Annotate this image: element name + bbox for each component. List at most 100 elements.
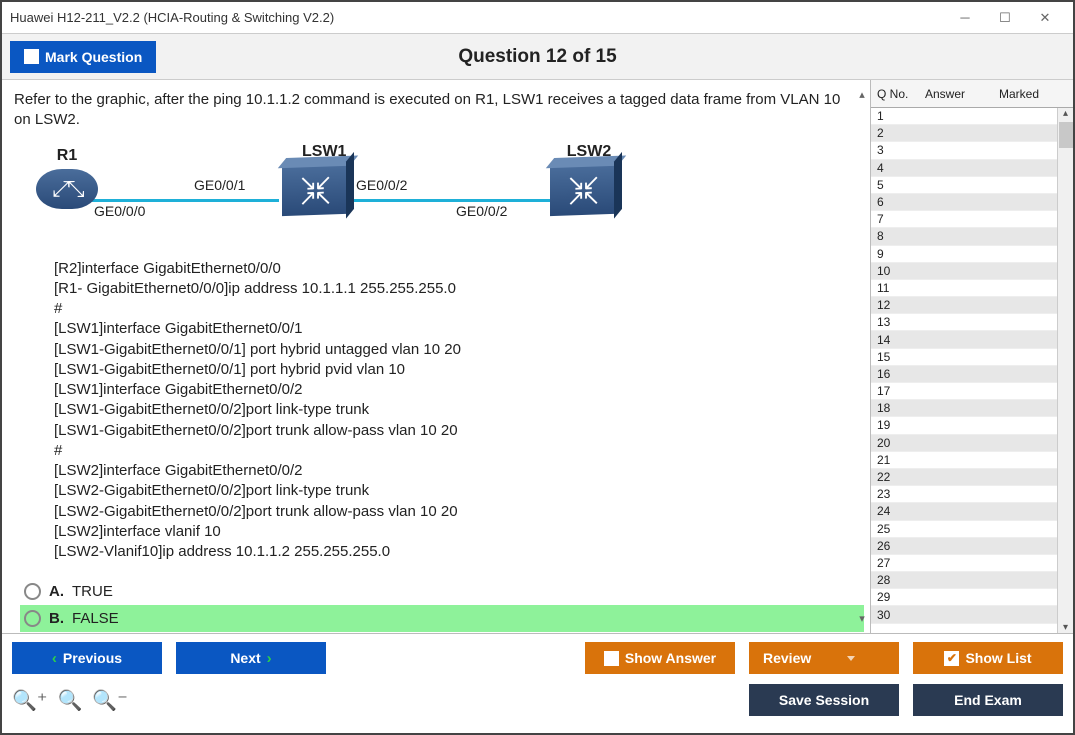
- previous-button[interactable]: ‹ Previous: [12, 642, 162, 674]
- sidebar-row[interactable]: 18: [871, 400, 1073, 417]
- config-line: [LSW2-GigabitEthernet0/0/2]port trunk al…: [54, 502, 864, 522]
- sidebar-row[interactable]: 29: [871, 589, 1073, 606]
- end-exam-button[interactable]: End Exam: [913, 684, 1063, 716]
- option-a-text: TRUE: [72, 583, 113, 600]
- sidebar-row[interactable]: 17: [871, 383, 1073, 400]
- sidebar-row[interactable]: 14: [871, 331, 1073, 348]
- config-line: [LSW1-GigabitEthernet0/0/2]port trunk al…: [54, 421, 864, 441]
- row-qno: 24: [877, 504, 925, 518]
- zoom-controls: 🔍⁺ 🔍 🔍⁻: [12, 688, 128, 713]
- sidebar-row[interactable]: 20: [871, 435, 1073, 452]
- question-text: Refer to the graphic, after the ping 10.…: [14, 90, 864, 131]
- checkbox-icon: [604, 651, 619, 666]
- row-qno: 23: [877, 487, 925, 501]
- show-list-button[interactable]: ✔ Show List: [913, 642, 1063, 674]
- config-line: [LSW2-GigabitEthernet0/0/2]port link-typ…: [54, 481, 864, 501]
- answer-options: A. TRUE B. FALSE: [14, 578, 864, 632]
- option-b-letter: B.: [49, 610, 64, 627]
- show-list-label: Show List: [965, 650, 1031, 666]
- checkbox-icon: [24, 49, 39, 64]
- row-qno: 10: [877, 264, 925, 278]
- row-qno: 1: [877, 109, 925, 123]
- option-b[interactable]: B. FALSE: [20, 605, 864, 632]
- chevron-left-icon: ‹: [52, 650, 57, 667]
- radio-icon: [24, 583, 41, 600]
- sidebar-row[interactable]: 25: [871, 521, 1073, 538]
- sidebar-row[interactable]: 26: [871, 538, 1073, 555]
- sidebar-row[interactable]: 5: [871, 177, 1073, 194]
- save-session-button[interactable]: Save Session: [749, 684, 899, 716]
- zoom-in-icon[interactable]: 🔍⁺: [12, 688, 47, 713]
- sidebar-row[interactable]: 10: [871, 263, 1073, 280]
- review-dropdown[interactable]: Review: [749, 642, 899, 674]
- option-a-letter: A.: [49, 583, 64, 600]
- sidebar-row[interactable]: 1: [871, 108, 1073, 125]
- col-answer: Answer: [919, 83, 993, 105]
- sidebar-row[interactable]: 28: [871, 572, 1073, 589]
- row-qno: 7: [877, 212, 925, 226]
- next-button[interactable]: Next ›: [176, 642, 326, 674]
- sidebar-row[interactable]: 19: [871, 417, 1073, 434]
- row-qno: 8: [877, 229, 925, 243]
- scroll-down-icon[interactable]: ▾: [859, 612, 865, 625]
- sidebar-row[interactable]: 7: [871, 211, 1073, 228]
- sidebar-row[interactable]: 22: [871, 469, 1073, 486]
- row-qno: 14: [877, 333, 925, 347]
- show-answer-button[interactable]: Show Answer: [585, 642, 735, 674]
- network-diagram: R1 ⤢⤡ GE0/0/0 GE0/0/1 LSW1 ↘↙↗↖ GE0/0/2 …: [14, 141, 864, 251]
- row-qno: 25: [877, 522, 925, 536]
- scroll-down-icon[interactable]: ▾: [1063, 622, 1068, 633]
- sidebar-row[interactable]: 6: [871, 194, 1073, 211]
- option-a[interactable]: A. TRUE: [20, 578, 864, 605]
- sidebar-row[interactable]: 12: [871, 297, 1073, 314]
- sidebar-row[interactable]: 21: [871, 452, 1073, 469]
- sidebar-row[interactable]: 15: [871, 349, 1073, 366]
- sidebar-row[interactable]: 16: [871, 366, 1073, 383]
- sidebar-row[interactable]: 4: [871, 160, 1073, 177]
- sidebar-row[interactable]: 13: [871, 314, 1073, 331]
- config-line: [R2]interface GigabitEthernet0/0/0: [54, 259, 864, 279]
- scrollbar-thumb[interactable]: [1059, 122, 1073, 148]
- config-line: [LSW1-GigabitEthernet0/0/1] port hybrid …: [54, 360, 864, 380]
- minimize-button[interactable]: ─: [945, 4, 985, 32]
- option-b-text: FALSE: [72, 610, 119, 627]
- row-qno: 30: [877, 608, 925, 622]
- sidebar-row[interactable]: 24: [871, 503, 1073, 520]
- zoom-reset-icon[interactable]: 🔍: [57, 688, 82, 713]
- row-qno: 5: [877, 178, 925, 192]
- row-qno: 9: [877, 247, 925, 261]
- mark-question-label: Mark Question: [45, 49, 142, 65]
- sidebar-scrollbar[interactable]: ▴ ▾: [1057, 108, 1073, 633]
- row-qno: 22: [877, 470, 925, 484]
- sidebar-row[interactable]: 30: [871, 606, 1073, 623]
- col-marked: Marked: [993, 83, 1055, 105]
- config-line: #: [54, 299, 864, 319]
- close-button[interactable]: ✕: [1025, 4, 1065, 32]
- row-qno: 27: [877, 556, 925, 570]
- row-qno: 17: [877, 384, 925, 398]
- row-qno: 18: [877, 401, 925, 415]
- question-content: Refer to the graphic, after the ping 10.…: [2, 80, 870, 633]
- titlebar: Huawei H12-211_V2.2 (HCIA-Routing & Swit…: [2, 2, 1073, 34]
- next-label: Next: [230, 650, 260, 666]
- sidebar-row[interactable]: 11: [871, 280, 1073, 297]
- sidebar-header: Q No. Answer Marked: [871, 80, 1073, 108]
- sidebar-row[interactable]: 9: [871, 246, 1073, 263]
- sidebar-row[interactable]: 27: [871, 555, 1073, 572]
- sidebar-row[interactable]: 3: [871, 142, 1073, 159]
- row-qno: 6: [877, 195, 925, 209]
- sidebar-row[interactable]: 8: [871, 228, 1073, 245]
- scroll-up-icon[interactable]: ▴: [859, 88, 865, 101]
- content-scrollbar[interactable]: ▴ ▾: [854, 88, 870, 625]
- zoom-out-icon[interactable]: 🔍⁻: [92, 688, 127, 713]
- sidebar-row[interactable]: 2: [871, 125, 1073, 142]
- sidebar-row[interactable]: 23: [871, 486, 1073, 503]
- footer: ‹ Previous Next › Show Answer Review ✔ S…: [2, 633, 1073, 733]
- scroll-up-icon[interactable]: ▴: [1063, 108, 1068, 119]
- device-lsw2: LSW2 ↘↙↗↖: [550, 143, 614, 215]
- maximize-button[interactable]: ☐: [985, 4, 1025, 32]
- row-qno: 19: [877, 418, 925, 432]
- mark-question-button[interactable]: Mark Question: [10, 41, 156, 73]
- config-line: [LSW1]interface GigabitEthernet0/0/1: [54, 319, 864, 339]
- switch-icon: ↘↙↗↖: [282, 163, 346, 215]
